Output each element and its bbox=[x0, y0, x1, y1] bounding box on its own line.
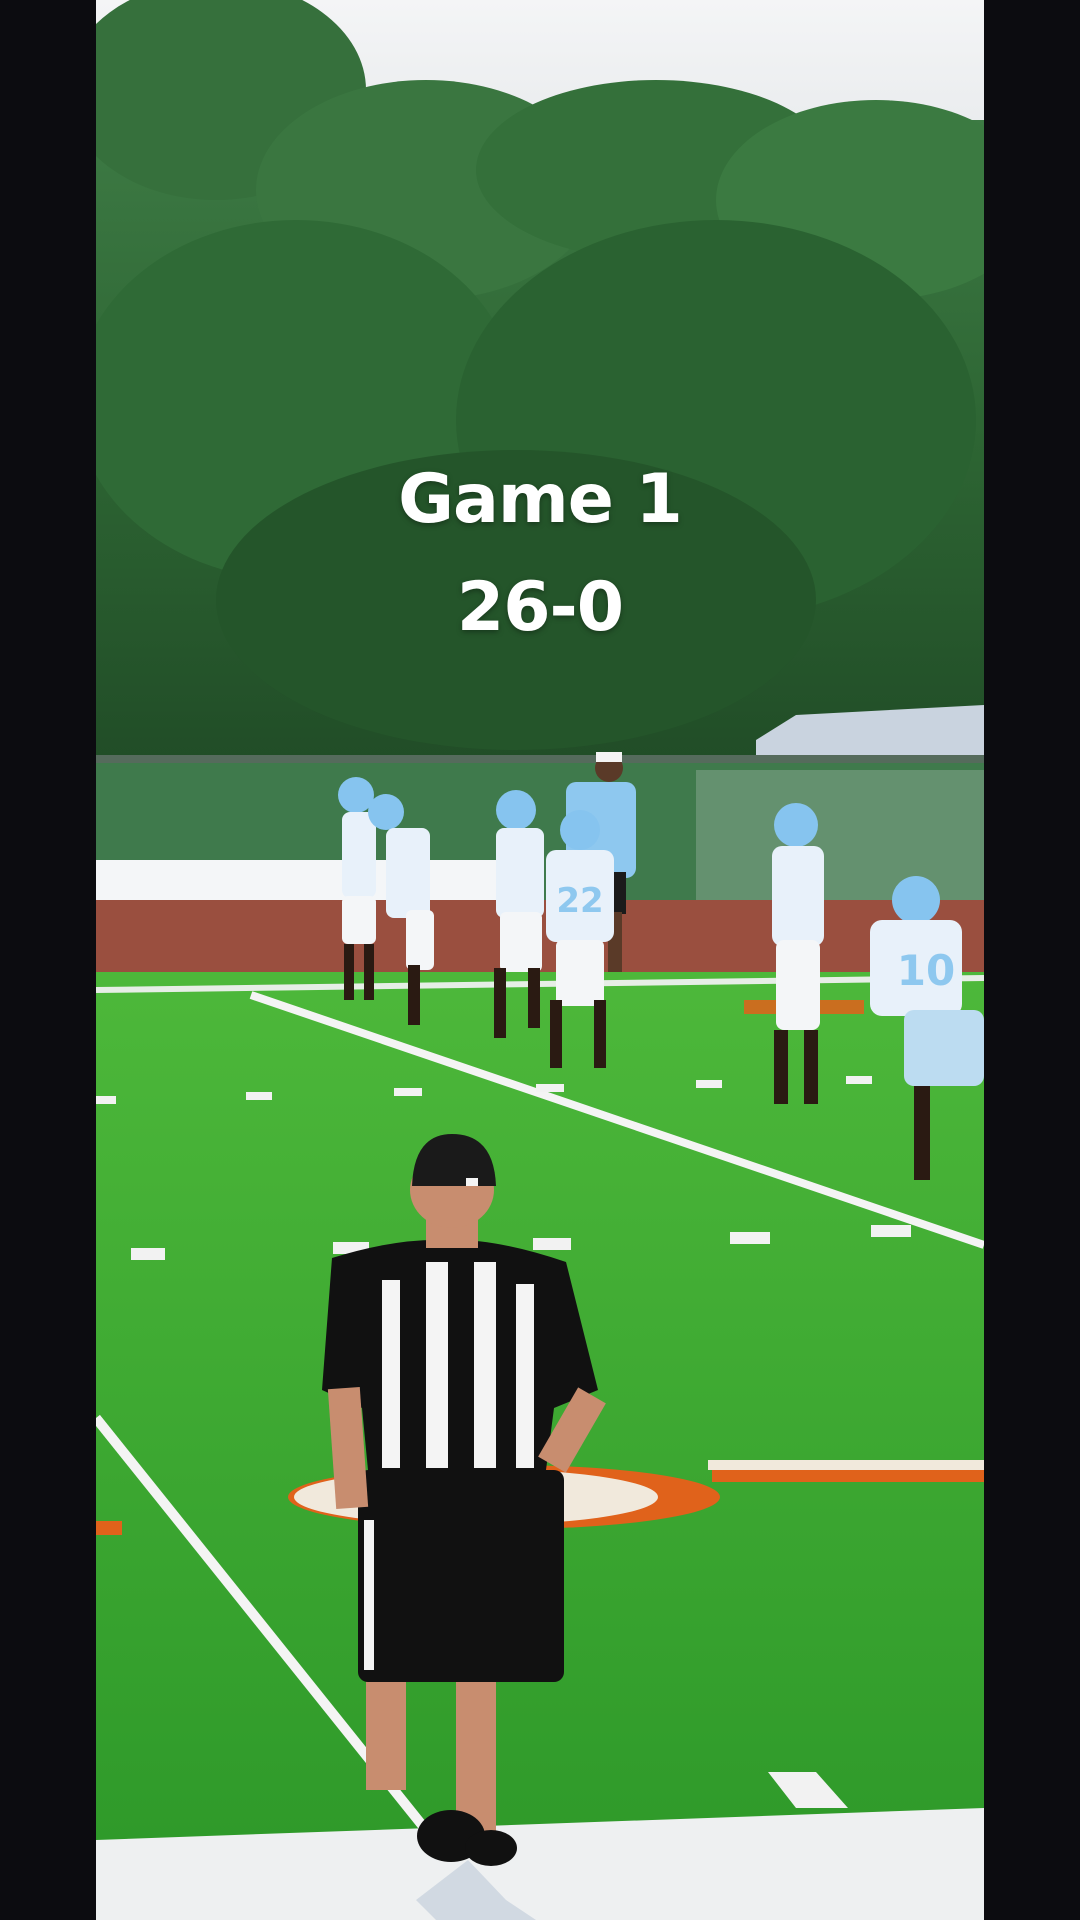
white-rail bbox=[96, 860, 516, 902]
football-scene: 22 10 bbox=[96, 0, 984, 1920]
video-frame[interactable]: 22 10 bbox=[96, 0, 984, 1920]
svg-text:22: 22 bbox=[556, 881, 603, 921]
svg-text:10: 10 bbox=[897, 946, 955, 995]
video-screen: 22 10 Game 1 26-0 bbox=[0, 0, 1080, 1920]
overlay-title: Game 1 bbox=[398, 460, 683, 539]
overlay-score: 26-0 bbox=[456, 568, 624, 647]
